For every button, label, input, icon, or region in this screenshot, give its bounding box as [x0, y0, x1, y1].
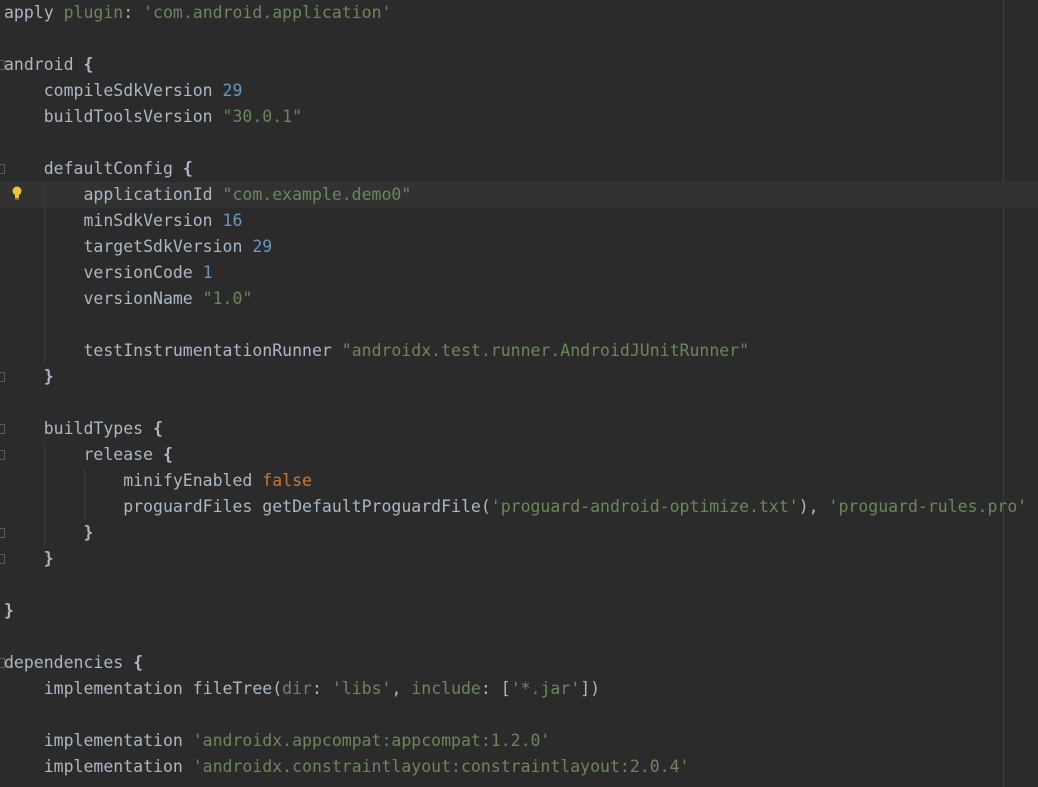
code-token: : — [123, 3, 144, 22]
code-line[interactable]: proguardFiles getDefaultProguardFile('pr… — [0, 494, 1038, 520]
code-line[interactable] — [0, 624, 1038, 650]
code-line[interactable]: apply plugin: 'com.android.application' — [0, 0, 1038, 26]
code-line[interactable]: release { — [0, 442, 1038, 468]
code-token: } — [43, 367, 54, 386]
code-token: buildToolsVersion — [4, 107, 223, 126]
code-line[interactable]: } — [0, 520, 1038, 546]
fold-marker-icon[interactable] — [0, 60, 5, 70]
code-token: android — [4, 55, 84, 74]
code-line[interactable]: } — [0, 364, 1038, 390]
code-line[interactable]: testInstrumentationRunner "androidx.test… — [0, 338, 1038, 364]
code-token: { — [133, 653, 144, 672]
code-token: include — [411, 679, 481, 698]
code-token: 16 — [222, 211, 243, 230]
code-line[interactable]: implementation 'androidx.constraintlayou… — [0, 754, 1038, 780]
code-line[interactable]: versionCode 1 — [0, 260, 1038, 286]
code-token: minSdkVersion — [4, 211, 223, 230]
fold-marker-icon[interactable] — [0, 450, 5, 460]
code-token: "androidx.test.runner.AndroidJUnitRunner… — [341, 341, 750, 360]
code-line[interactable]: targetSdkVersion 29 — [0, 234, 1038, 260]
code-line[interactable] — [0, 390, 1038, 416]
code-line[interactable]: buildToolsVersion "30.0.1" — [0, 104, 1038, 130]
code-token: "1.0" — [202, 289, 253, 308]
code-token: { — [83, 55, 94, 74]
code-token: : — [311, 679, 332, 698]
code-token: applicationId — [4, 185, 223, 204]
code-token: "30.0.1" — [222, 107, 303, 126]
code-token: release — [4, 445, 163, 464]
code-token: '*.jar' — [510, 679, 581, 698]
indent-guide — [84, 468, 85, 520]
code-token: 'com.android.application' — [143, 3, 392, 22]
code-line[interactable] — [0, 130, 1038, 156]
code-token: defaultConfig — [4, 159, 183, 178]
code-token: testInstrumentationRunner — [4, 341, 342, 360]
indent-guide — [44, 182, 45, 364]
code-token: { — [153, 419, 163, 438]
code-line[interactable]: implementation 'androidx.appcompat:appco… — [0, 728, 1038, 754]
fold-marker-icon[interactable] — [0, 424, 5, 434]
code-token: buildTypes — [4, 419, 154, 438]
code-token: 29 — [252, 237, 273, 256]
code-token: implementation — [4, 757, 193, 776]
code-token: compileSdkVersion — [4, 81, 223, 100]
code-token: versionCode — [4, 263, 203, 282]
code-token: proguardFiles getDefaultProguardFile( — [4, 497, 491, 516]
code-token: } — [4, 601, 14, 620]
code-token: 'proguard-android-optimize.txt' — [490, 497, 799, 516]
code-token: : [ — [480, 679, 511, 698]
code-token: 1 — [202, 263, 213, 282]
code-line[interactable]: implementation fileTree(dir: 'libs', inc… — [0, 676, 1038, 702]
current-code-line[interactable]: applicationId "com.example.demo0" — [0, 182, 1038, 208]
code-token: false — [262, 471, 312, 490]
code-token: ]) — [580, 679, 601, 698]
code-line[interactable]: } — [0, 598, 1038, 624]
code-token: ), — [798, 497, 829, 516]
fold-marker-icon[interactable] — [0, 528, 5, 538]
code-token: minifyEnabled — [4, 471, 263, 490]
code-token: implementation — [4, 731, 193, 750]
fold-marker-icon[interactable] — [0, 372, 5, 382]
code-line[interactable]: defaultConfig { — [0, 156, 1038, 182]
code-line[interactable]: buildTypes { — [0, 416, 1038, 442]
code-token: } — [83, 523, 94, 542]
indent-guide — [44, 442, 45, 546]
code-line[interactable]: versionName "1.0" — [0, 286, 1038, 312]
fold-marker-icon[interactable] — [0, 164, 5, 174]
code-token: dependencies — [4, 653, 134, 672]
code-line[interactable]: dependencies { — [0, 650, 1038, 676]
code-token: targetSdkVersion — [4, 237, 253, 256]
code-line[interactable]: android { — [0, 52, 1038, 78]
code-line[interactable] — [0, 702, 1038, 728]
code-token: dir — [282, 679, 312, 698]
lightbulb-icon[interactable] — [11, 186, 23, 200]
code-token: 'androidx.appcompat:appcompat:1.2.0' — [192, 731, 551, 750]
code-editor[interactable]: apply plugin: 'com.android.application' a… — [0, 0, 1038, 787]
code-line[interactable] — [0, 312, 1038, 338]
code-line[interactable]: compileSdkVersion 29 — [0, 78, 1038, 104]
code-token: } — [43, 549, 54, 568]
code-token: { — [162, 445, 173, 464]
code-token: implementation fileTree( — [4, 679, 283, 698]
code-token: 'proguard-rules.pro' — [828, 497, 1028, 516]
code-token: 29 — [222, 81, 243, 100]
code-line[interactable] — [0, 26, 1038, 52]
fold-marker-icon[interactable] — [0, 658, 5, 668]
code-line[interactable]: } — [0, 546, 1038, 572]
code-line[interactable]: minSdkVersion 16 — [0, 208, 1038, 234]
code-token: versionName — [4, 289, 203, 308]
code-token: apply — [4, 3, 64, 22]
code-line[interactable]: minifyEnabled false — [0, 468, 1038, 494]
code-token: { — [182, 159, 193, 178]
fold-marker-icon[interactable] — [0, 554, 5, 564]
code-token: 'androidx.constraintlayout:constraintlay… — [192, 757, 690, 776]
code-token: , — [391, 679, 412, 698]
code-line[interactable] — [0, 572, 1038, 598]
code-token: 'libs' — [331, 679, 392, 698]
code-token: plugin — [63, 3, 124, 22]
code-token: "com.example.demo0" — [222, 185, 412, 204]
